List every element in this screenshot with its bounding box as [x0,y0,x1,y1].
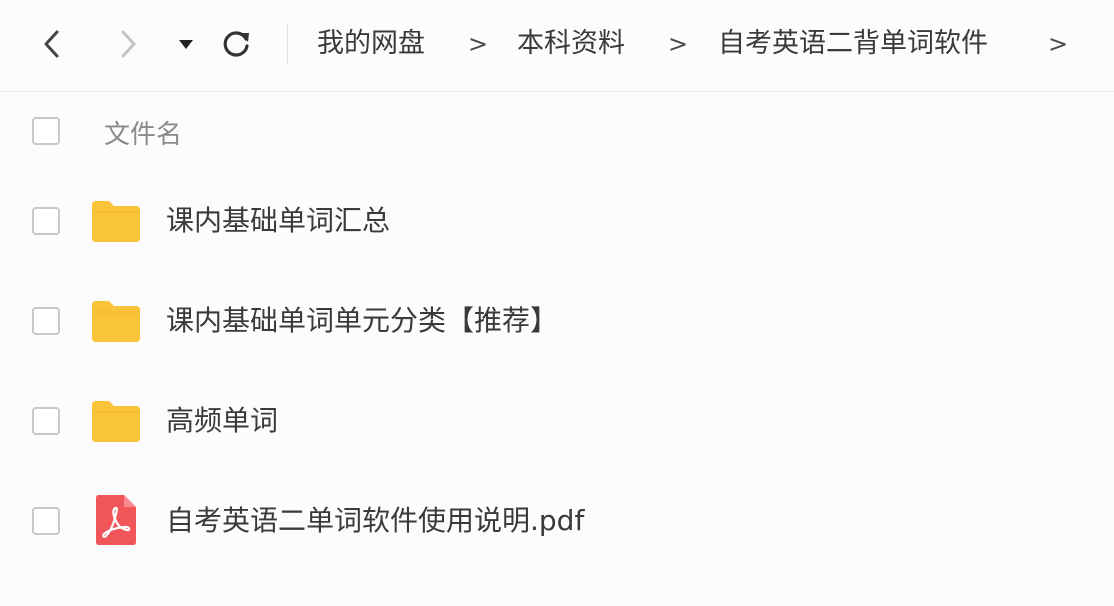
breadcrumb-item-my-drive[interactable]: 我的网盘 [317,26,425,62]
row-checkbox[interactable] [32,507,60,535]
caret-down-icon [179,40,193,49]
file-name[interactable]: 自考英语二单词软件使用说明.pdf [166,501,584,541]
row-checkbox[interactable] [32,407,60,435]
folder-icon [92,301,140,342]
select-all-checkbox[interactable] [32,117,60,145]
breadcrumb-item-undergrad-materials[interactable]: 本科资料 [517,26,625,62]
file-row-pdf[interactable]: 自考英语二单词软件使用说明.pdf [0,476,1114,566]
chevron-right-icon [121,30,136,58]
navigation-toolbar: 我的网盘 > 本科资料 > 自考英语二背单词软件 > [0,0,1114,92]
refresh-button[interactable] [218,26,254,62]
toolbar-divider [287,24,288,64]
file-name[interactable]: 课内基础单词汇总 [166,201,390,241]
history-dropdown-button[interactable] [168,26,204,62]
breadcrumb-separator: > [468,30,489,58]
breadcrumb-item-current-folder[interactable]: 自考英语二背单词软件 [718,26,988,62]
breadcrumb-separator: > [1048,30,1069,58]
file-list-header: 文件名 [0,100,1114,162]
folder-icon [92,401,140,442]
file-row-folder[interactable]: 课内基础单词汇总 [0,176,1114,266]
breadcrumb-separator: > [668,30,689,58]
chevron-left-icon [44,30,59,58]
refresh-icon [223,31,249,57]
folder-icon [92,201,140,242]
row-checkbox[interactable] [32,207,60,235]
file-row-folder[interactable]: 高频单词 [0,376,1114,466]
back-button[interactable] [34,26,70,62]
file-name[interactable]: 课内基础单词单元分类【推荐】 [166,301,558,341]
file-row-folder[interactable]: 课内基础单词单元分类【推荐】 [0,276,1114,366]
row-checkbox[interactable] [32,307,60,335]
file-name[interactable]: 高频单词 [166,401,278,441]
column-header-filename[interactable]: 文件名 [104,114,182,151]
forward-button[interactable] [110,26,146,62]
pdf-file-icon [96,495,136,545]
